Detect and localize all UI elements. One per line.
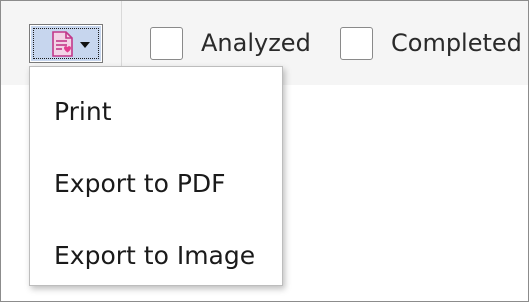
analyzed-checkbox-group[interactable]: Analyzed [150,24,311,62]
chevron-down-icon [80,42,90,48]
menu-item-export-image[interactable]: Export to Image [30,230,282,280]
menu-item-print[interactable]: Print [30,86,282,136]
completed-checkbox-group[interactable]: Completed [340,24,522,62]
analyzed-label: Analyzed [201,29,311,57]
document-export-icon [52,31,73,57]
export-dropdown-button[interactable] [29,24,103,63]
completed-label: Completed [391,29,522,57]
analyzed-checkbox[interactable] [150,26,183,60]
export-menu: Print Export to PDF Export to Image [29,66,283,286]
menu-item-export-pdf[interactable]: Export to PDF [30,158,282,208]
completed-checkbox[interactable] [340,26,373,60]
